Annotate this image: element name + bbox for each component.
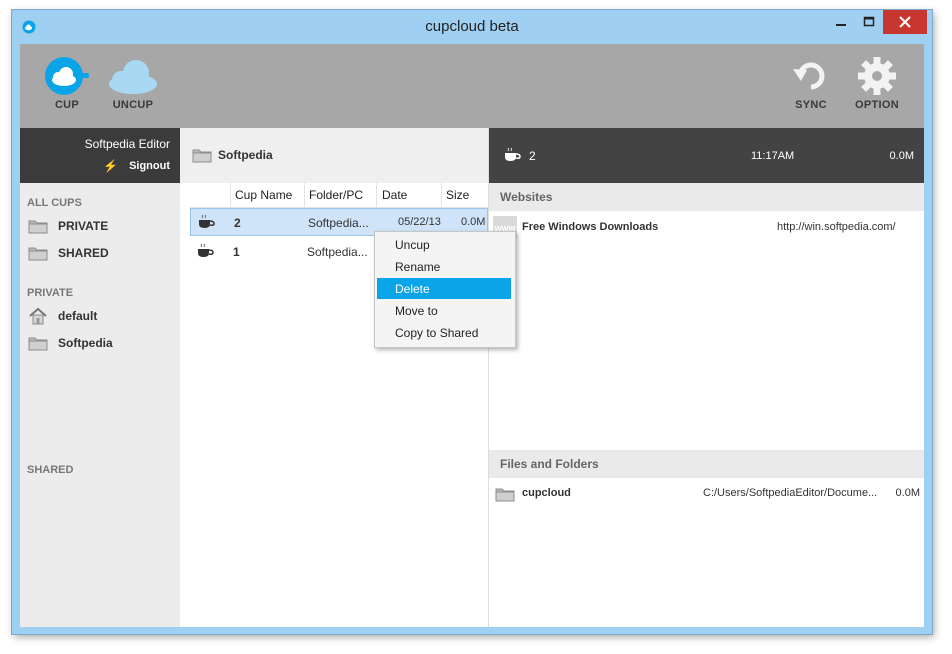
user-name: Softpedia Editor	[84, 137, 170, 151]
toolbar: CUP UNCUP SYNC OPTION	[20, 44, 924, 128]
folder-icon	[495, 488, 515, 502]
cup-label: CUP	[54, 99, 80, 111]
sidebar-item-shared[interactable]: SHARED	[28, 243, 109, 263]
sidebar-item-default[interactable]: default	[28, 306, 97, 326]
uncup-button[interactable]: UNCUP	[106, 56, 160, 111]
sidebar-item-softpedia[interactable]: Softpedia	[28, 333, 113, 353]
column-header-size[interactable]: Size	[446, 188, 469, 202]
column-header-date[interactable]: Date	[382, 188, 407, 202]
detail-time: 11:17AM	[751, 150, 795, 162]
coffee-cup-icon	[505, 147, 521, 161]
signout-link[interactable]: Signout	[129, 160, 170, 172]
all-cups-heading: ALL CUPS	[27, 197, 82, 209]
sidebar: Softpedia Editor ⚡ Signout ALL CUPS PRIV…	[20, 128, 180, 627]
home-icon	[29, 307, 47, 325]
option-label: OPTION	[855, 99, 899, 111]
cup-button[interactable]: CUP	[42, 56, 92, 111]
table-header: Cup Name Folder/PC Date Size	[190, 183, 488, 208]
website-title: Free Windows Downloads	[522, 221, 659, 233]
sync-button[interactable]: SYNC	[788, 56, 834, 111]
option-button[interactable]: OPTION	[849, 56, 905, 111]
menu-item-move-to[interactable]: Move to	[377, 300, 511, 321]
sync-icon	[793, 62, 825, 90]
folder-icon	[28, 220, 48, 234]
gear-icon	[858, 57, 896, 95]
menu-item-delete[interactable]: Delete	[377, 278, 511, 299]
file-path: C:/Users/SoftpediaEditor/Docume...	[703, 487, 878, 499]
folder-icon	[192, 149, 212, 163]
breadcrumb-label: Softpedia	[218, 148, 273, 162]
uncup-label: UNCUP	[112, 99, 154, 111]
context-menu: Uncup Rename Delete Move to Copy to Shar…	[374, 231, 516, 348]
cup-date: 05/22/13	[398, 216, 441, 228]
lightning-icon: ⚡	[103, 159, 118, 173]
user-panel: Softpedia Editor ⚡ Signout	[20, 128, 180, 183]
column-header-cup-name[interactable]: Cup Name	[235, 188, 292, 202]
minimize-button[interactable]	[827, 10, 855, 34]
sidebar-item-label: Softpedia	[58, 336, 113, 350]
cup-info-bar: 2 11:17AM 0.0M	[489, 128, 924, 183]
menu-item-rename[interactable]: Rename	[377, 256, 511, 277]
cup-name: 1	[233, 245, 240, 259]
title-bar[interactable]: cupcloud beta	[12, 10, 932, 44]
cup-list-panel: Softpedia Cup Name Folder/PC Date Size 2…	[180, 128, 489, 627]
coffee-cup-icon	[198, 243, 214, 257]
file-name: cupcloud	[522, 487, 571, 499]
file-size: 0.0M	[895, 487, 920, 499]
coffee-cup-icon	[199, 214, 215, 228]
sidebar-item-label: SHARED	[58, 246, 109, 260]
detail-cup-name: 2	[529, 149, 536, 163]
close-button[interactable]	[883, 10, 927, 34]
maximize-button[interactable]	[855, 10, 883, 34]
private-heading: PRIVATE	[27, 287, 74, 299]
sidebar-item-label: default	[58, 309, 98, 323]
cup-detail-panel: 2 11:17AM 0.0M Websites www Free Windows…	[489, 128, 924, 627]
website-row[interactable]: www Free Windows Downloads http://win.so…	[489, 216, 924, 240]
menu-item-copy-to-shared[interactable]: Copy to Shared	[377, 322, 511, 343]
close-icon	[899, 16, 911, 28]
menu-item-uncup[interactable]: Uncup	[377, 234, 511, 255]
cup-name: 2	[234, 216, 241, 230]
cup-cloud-icon	[45, 57, 89, 95]
cup-size: 0.0M	[461, 216, 486, 228]
detail-size: 0.0M	[889, 150, 914, 162]
folder-icon	[28, 247, 48, 261]
files-section-header: Files and Folders	[489, 450, 924, 478]
uncup-cloud-icon	[109, 60, 157, 94]
sidebar-item-private[interactable]: PRIVATE	[28, 216, 108, 236]
sync-label: SYNC	[795, 99, 827, 111]
window-title: cupcloud beta	[425, 18, 519, 35]
websites-section-header: Websites	[489, 183, 924, 211]
website-url: http://win.softpedia.com/	[777, 221, 896, 233]
cup-folder: Softpedia...	[307, 245, 368, 259]
file-row[interactable]: cupcloud C:/Users/SoftpediaEditor/Docume…	[489, 482, 924, 506]
shared-heading: SHARED	[27, 464, 74, 476]
column-header-folder[interactable]: Folder/PC	[309, 188, 363, 202]
websites-heading: Websites	[500, 190, 553, 204]
minimize-icon	[836, 24, 846, 26]
sidebar-item-label: PRIVATE	[58, 219, 109, 233]
breadcrumb: Softpedia	[180, 128, 488, 183]
maximize-icon	[863, 16, 875, 27]
cup-folder: Softpedia...	[308, 216, 369, 230]
folder-icon	[28, 337, 48, 351]
files-heading: Files and Folders	[500, 457, 599, 471]
